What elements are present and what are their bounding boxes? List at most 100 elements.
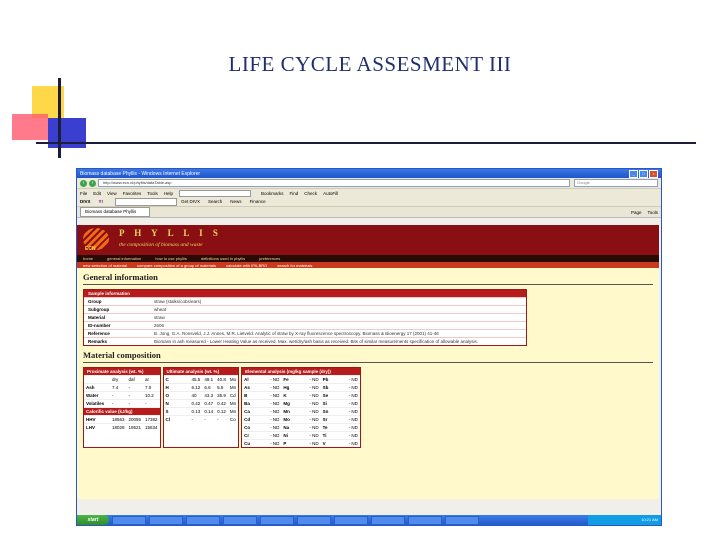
toolbar-search-input[interactable] — [115, 197, 178, 206]
nav-calculate[interactable]: calculate with IPA-BRO — [226, 263, 267, 268]
close-button[interactable]: × — [649, 169, 658, 178]
nav-how-to-use[interactable]: how to use phyllis — [155, 256, 187, 261]
cell: 15634 — [143, 423, 160, 431]
taskbar-item[interactable] — [260, 515, 294, 525]
taskbar-item[interactable] — [186, 515, 220, 525]
cell: 43.3 — [202, 391, 216, 400]
element-label: Cr — [242, 431, 269, 440]
address-bar[interactable]: http://www.ecn.nl/phyllis/dataTable.asp — [98, 179, 570, 187]
nav-search[interactable]: search for materials — [277, 263, 312, 268]
start-button[interactable]: start — [77, 515, 109, 525]
cell: - — [202, 415, 216, 423]
row-label: C — [163, 375, 190, 384]
browser-window: Biomass database Phyllis - Windows Inter… — [76, 168, 662, 526]
menu-favorites[interactable]: Favorites — [123, 191, 142, 196]
menu-tools[interactable]: Tools — [147, 191, 158, 196]
decor-vertical-line — [58, 78, 61, 158]
toolbar-autofill[interactable]: AutoFill — [323, 191, 338, 196]
minimize-button[interactable]: _ — [629, 169, 638, 178]
nav-definitions[interactable]: definitions used in phyllis — [201, 256, 245, 261]
nav-new-selection[interactable]: new selection of material — [83, 263, 127, 268]
general-info-heading: General information — [83, 272, 158, 282]
element-value: - ND — [346, 383, 360, 392]
cell: 49.1 — [202, 375, 216, 384]
tools-menu[interactable]: Tools — [647, 210, 658, 215]
toolbar-get-divx[interactable]: Get DIVX — [181, 199, 200, 204]
cell: 0.13 — [189, 407, 203, 416]
element-label: Ba — [242, 399, 269, 408]
elemental-title: Elemental analysis (mg/kg sample (dry)) — [242, 368, 360, 375]
maximize-button[interactable]: □ — [639, 169, 648, 178]
row-label: N — [163, 399, 190, 408]
toolbar-finance[interactable]: Finance — [250, 199, 266, 204]
taskbar-item[interactable] — [408, 515, 442, 525]
element-value: - ND — [346, 375, 360, 384]
cell: 7.4 — [110, 383, 127, 392]
cell: Mn — [227, 383, 239, 392]
taskbar-item[interactable] — [334, 515, 368, 525]
search-input[interactable]: Google — [574, 179, 658, 187]
toolbar-bookmarks[interactable]: Bookmarks — [261, 191, 284, 196]
info-row: ID-number 2606 — [84, 321, 526, 329]
element-value: - ND — [268, 399, 282, 408]
element-value: - ND — [307, 439, 321, 447]
cell: Mn — [227, 399, 239, 408]
toolbar-row: DIVX Y! Get DIVX Search News Finance — [77, 197, 661, 207]
cell: 20055 — [126, 415, 144, 424]
browser-tab[interactable]: Biomass database Phyllis — [80, 207, 150, 217]
toolbar-find[interactable]: Find — [290, 191, 299, 196]
secondary-nav: new selection of material compare compos… — [77, 262, 659, 268]
element-value: - ND — [268, 383, 282, 392]
menu-file[interactable]: File — [80, 191, 87, 196]
toolbar-search-box[interactable] — [179, 189, 252, 197]
toolbar-search[interactable]: Search — [208, 199, 222, 204]
page-menu[interactable]: Page — [631, 210, 642, 215]
row-label: H — [163, 383, 190, 392]
taskbar-item[interactable] — [297, 515, 331, 525]
divx-logo: DIVX — [80, 199, 91, 204]
cell: 10.2 — [143, 391, 160, 400]
menu-edit[interactable]: Edit — [93, 191, 101, 196]
nav-preferences[interactable]: preferences — [259, 256, 280, 261]
cell: - — [126, 391, 144, 400]
element-value: - ND — [346, 399, 360, 408]
table-row: B- ND K - ND Se - ND — [242, 391, 360, 400]
menu-help[interactable]: Help — [164, 191, 173, 196]
info-value: 2606 — [154, 323, 165, 328]
taskbar-item[interactable] — [371, 515, 405, 525]
toolbar-news[interactable]: News — [230, 199, 241, 204]
taskbar-item[interactable] — [223, 515, 257, 525]
table-row: Cr - ND Ni - ND Ti - ND — [242, 431, 360, 440]
element-value: - ND — [268, 423, 282, 432]
element-value: - ND — [346, 415, 360, 424]
nav-general-info[interactable]: general information — [107, 256, 141, 261]
taskbar-item[interactable] — [112, 515, 146, 525]
cell: 17382 — [143, 415, 160, 424]
element-value: - ND — [346, 439, 360, 447]
forward-icon[interactable]: › — [89, 179, 96, 187]
table-row: Water - -10.2 — [84, 391, 160, 400]
cell: - — [126, 399, 144, 408]
browser-titlebar: Biomass database Phyllis - Windows Inter… — [77, 169, 661, 178]
taskbar-item[interactable] — [445, 515, 479, 525]
cell: 40.8 — [215, 375, 228, 384]
element-label: K — [281, 391, 308, 400]
table-row: dry daf ar — [84, 375, 160, 384]
menu-view[interactable]: View — [107, 191, 117, 196]
element-label: Sr — [320, 415, 347, 424]
cell: - — [110, 399, 127, 408]
toolbar-check[interactable]: Check — [304, 191, 317, 196]
nav-compare[interactable]: compare composition of a group of materi… — [137, 263, 216, 268]
taskbar-item[interactable] — [149, 515, 183, 525]
info-key: Group — [88, 299, 102, 304]
element-label: Ti — [320, 431, 347, 440]
menu-bar: File Edit View Favorites Tools Help Book… — [77, 189, 661, 197]
cell: 0.14 — [202, 407, 216, 416]
element-label: Te — [320, 423, 347, 432]
back-icon[interactable]: ‹ — [80, 179, 87, 187]
element-label: Si — [320, 399, 347, 408]
element-value: - ND — [307, 383, 321, 392]
site-subtitle: the composition of biomass and waste — [119, 242, 203, 248]
element-label: Ca — [242, 407, 269, 416]
nav-home[interactable]: home — [83, 256, 93, 261]
